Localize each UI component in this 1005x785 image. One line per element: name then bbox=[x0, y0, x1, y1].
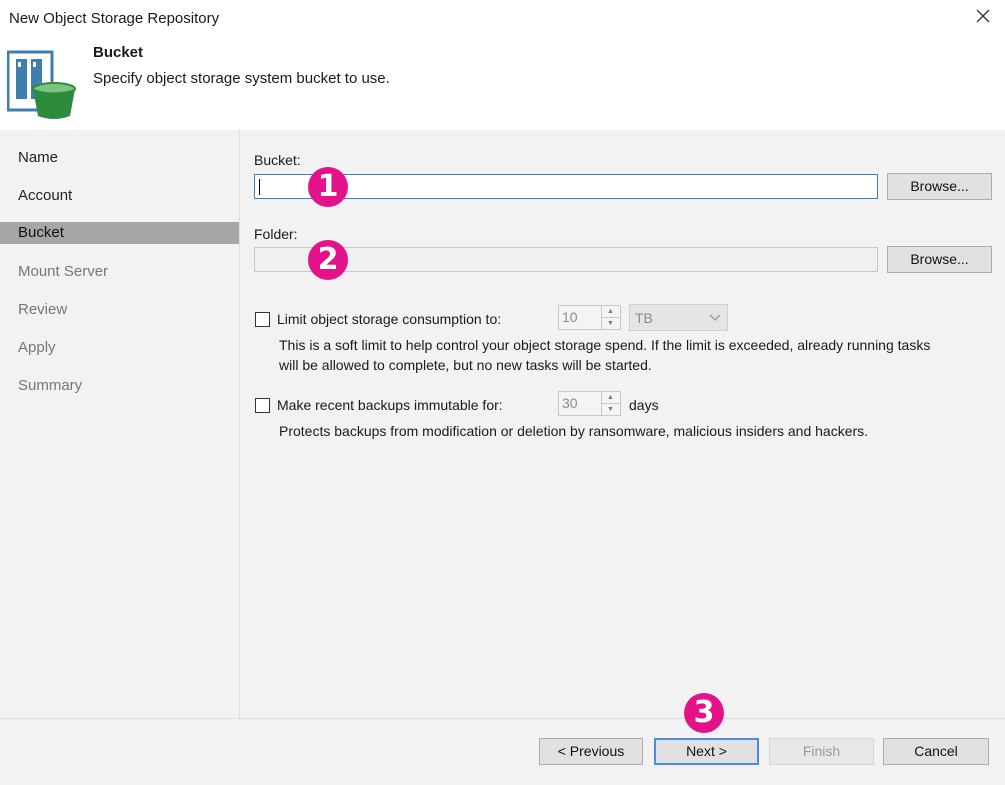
step-title: Bucket bbox=[93, 44, 144, 61]
stepper-down-icon[interactable]: ▼ bbox=[602, 403, 619, 415]
limit-consumption-checkbox[interactable] bbox=[255, 312, 270, 327]
stepper-arrows: ▲ ▼ bbox=[601, 306, 620, 329]
limit-consumption-label[interactable]: Limit object storage consumption to: bbox=[277, 311, 501, 327]
stepper-arrows: ▲ ▼ bbox=[601, 392, 620, 415]
bucket-label: Bucket: bbox=[254, 152, 301, 168]
sidebar-item-review: Review bbox=[18, 301, 68, 318]
chevron-down-icon bbox=[709, 314, 721, 321]
close-icon[interactable] bbox=[973, 6, 993, 26]
wizard-steps-sidebar: Name Account Bucket Mount Server Review … bbox=[0, 130, 240, 718]
title-bar: New Object Storage Repository bbox=[0, 0, 1005, 36]
cancel-button[interactable]: Cancel bbox=[883, 738, 989, 765]
immutable-unit-label: days bbox=[629, 397, 659, 413]
stepper-up-icon[interactable]: ▲ bbox=[602, 392, 619, 403]
folder-browse-button[interactable]: Browse... bbox=[887, 246, 992, 273]
limit-value: 10 bbox=[562, 309, 578, 325]
bucket-browse-button[interactable]: Browse... bbox=[887, 173, 992, 200]
immutable-days-value: 30 bbox=[562, 395, 578, 411]
annotation-badge-3: 3 bbox=[684, 693, 724, 733]
wizard-header: Bucket Specify object storage system buc… bbox=[0, 36, 1005, 130]
sidebar-item-summary: Summary bbox=[18, 377, 83, 394]
annotation-badge-2: 2 bbox=[308, 240, 348, 280]
immutable-days-stepper[interactable]: 30 ▲ ▼ bbox=[558, 391, 621, 416]
next-button[interactable]: Next > bbox=[654, 738, 759, 765]
folder-label: Folder: bbox=[254, 226, 298, 242]
limit-unit-value: TB bbox=[635, 310, 653, 326]
finish-button: Finish bbox=[769, 738, 874, 765]
sidebar-item-account[interactable]: Account bbox=[0, 185, 239, 207]
limit-unit-select[interactable]: TB bbox=[629, 304, 728, 331]
bucket-settings-panel: Bucket: Browse... Folder: Browse... Limi… bbox=[240, 130, 1005, 718]
stepper-up-icon[interactable]: ▲ bbox=[602, 306, 619, 317]
limit-description: This is a soft limit to help control you… bbox=[279, 335, 999, 375]
sidebar-item-apply: Apply bbox=[18, 339, 56, 356]
sidebar-item-mount-server: Mount Server bbox=[18, 263, 109, 280]
sidebar-item-name[interactable]: Name bbox=[0, 147, 239, 169]
stepper-down-icon[interactable]: ▼ bbox=[602, 317, 619, 329]
immutable-checkbox[interactable] bbox=[255, 398, 270, 413]
window-title: New Object Storage Repository bbox=[9, 10, 220, 27]
limit-value-stepper[interactable]: 10 ▲ ▼ bbox=[558, 305, 621, 330]
previous-button[interactable]: < Previous bbox=[539, 738, 643, 765]
immutable-label[interactable]: Make recent backups immutable for: bbox=[277, 397, 503, 413]
wizard-footer: < Previous Next > Finish Cancel bbox=[0, 718, 1005, 785]
object-storage-repository-icon bbox=[7, 50, 76, 119]
text-caret bbox=[259, 179, 260, 195]
limit-description-line-2: will be allowed to complete, but no new … bbox=[279, 357, 652, 373]
immutable-description: Protects backups from modification or de… bbox=[279, 423, 869, 439]
step-subtitle: Specify object storage system bucket to … bbox=[93, 70, 390, 87]
sidebar-item-bucket[interactable]: Bucket bbox=[0, 222, 239, 244]
annotation-badge-1: 1 bbox=[308, 167, 348, 207]
limit-description-line-1: This is a soft limit to help control you… bbox=[279, 337, 931, 353]
